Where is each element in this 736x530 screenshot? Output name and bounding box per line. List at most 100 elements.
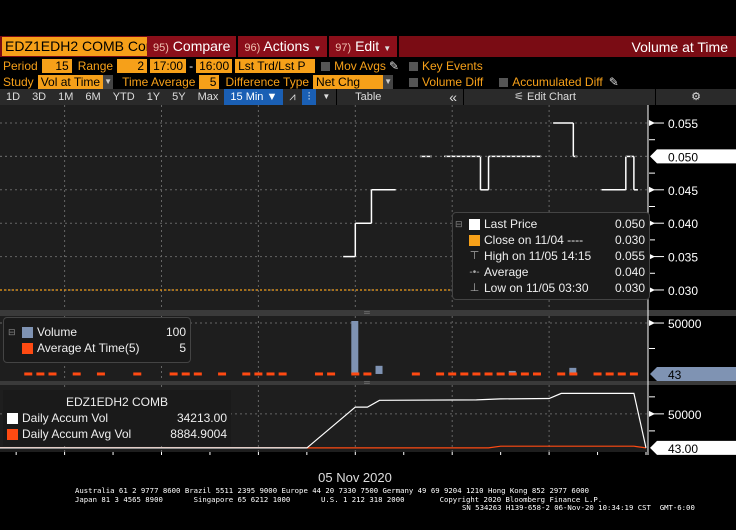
legend-title: EDZ1EDH2 COMB: [65, 395, 169, 409]
average-dash: [569, 372, 578, 376]
table-button[interactable]: Table: [337, 89, 399, 105]
white-square-icon: [7, 412, 18, 424]
volume-diff-label: Volume Diff: [422, 75, 484, 89]
key-events-checkbox[interactable]: [409, 61, 418, 71]
collapse-button[interactable]: «: [443, 89, 463, 105]
price-type-field[interactable]: Lst Trd/Lst P: [235, 59, 316, 73]
legend-label: Close on 11/04 ----: [484, 233, 584, 247]
legend-label: High on 11/05 14:15: [484, 249, 592, 263]
mov-avgs-checkbox[interactable]: [321, 61, 331, 71]
average-dash: [193, 372, 202, 376]
y-tick-label: 0.035: [668, 251, 698, 265]
legend-value: 0.055: [614, 249, 645, 263]
range-5y[interactable]: 5Y: [166, 89, 191, 105]
menu-number: 95): [153, 42, 169, 54]
gear-icon[interactable]: ⚙: [656, 89, 736, 105]
range-max[interactable]: Max: [192, 89, 225, 105]
edit-chart-button[interactable]: ⚟ Edit Chart: [508, 89, 582, 105]
collapse-icon[interactable]: ⊟: [455, 219, 465, 230]
key-events-label: Key Events: [422, 59, 483, 73]
time-average-field[interactable]: 5: [199, 75, 220, 89]
volume-legend: ⊟ Volume 100 Average At Time(5) 5: [3, 317, 191, 363]
range-3d[interactable]: 3D: [26, 89, 52, 105]
last-value-label: 43: [668, 368, 682, 382]
average-dash: [617, 372, 626, 376]
legend-label: Volume: [37, 325, 78, 339]
legend-close: Close on 11/04 ---- 0.030: [453, 232, 649, 248]
menu-label: Edit: [355, 38, 380, 54]
edit-chart-icon: ⚟: [514, 91, 527, 103]
average-dash: [218, 372, 227, 376]
average-dash: [629, 372, 638, 376]
y-tick-label: 50000: [668, 408, 702, 422]
average-dash: [448, 372, 457, 376]
range-field[interactable]: 2: [117, 59, 148, 73]
average-dash: [96, 372, 105, 376]
accum-diff-label: Accumulated Diff: [512, 75, 603, 89]
interval-dropdown[interactable]: 15 Min ▼: [224, 89, 284, 105]
divider: [463, 89, 465, 105]
title-bar: EDZ1EDH2 COMB Comdty 95) Compare 96) Act…: [0, 36, 736, 57]
red-square-icon: [22, 342, 33, 354]
average-dash: [327, 372, 336, 376]
legend-average-at-time: Average At Time(5) 5: [4, 340, 190, 356]
bar-chart-icon[interactable]: ⫶: [301, 89, 317, 105]
line-chart-icon[interactable]: ⩘: [283, 89, 301, 105]
accum-diff-checkbox[interactable]: [499, 77, 509, 87]
blue-square-icon: [22, 326, 33, 338]
range-ytd[interactable]: YTD: [107, 89, 141, 105]
legend-last-price: ⊟ Last Price 0.050: [453, 216, 649, 232]
chart-type-dropdown-icon[interactable]: ▼: [316, 89, 336, 105]
average-dash: [557, 372, 566, 376]
edit-menu[interactable]: 97) Edit ▼: [329, 36, 400, 57]
start-time-field[interactable]: 17:00: [150, 59, 187, 73]
legend-value: 100: [165, 325, 186, 339]
pencil-icon[interactable]: ✎: [389, 59, 399, 73]
period-field[interactable]: 15: [41, 59, 72, 73]
pencil-icon[interactable]: ✎: [609, 75, 619, 89]
range-1y[interactable]: 1Y: [141, 89, 166, 105]
legend-value: 0.030: [614, 281, 645, 295]
volume-diff-checkbox[interactable]: [409, 77, 419, 87]
dash: -: [189, 59, 194, 73]
end-time-field[interactable]: 16:00: [196, 59, 233, 73]
menu-label: Compare: [172, 38, 231, 54]
range-1d[interactable]: 1D: [0, 89, 26, 105]
chart-toolbar: 1D 3D 1M 6M YTD 1Y 5Y Max 15 Min ▼ ⩘ ⫶ ▼…: [0, 89, 736, 105]
white-square-icon: [469, 218, 480, 230]
collapse-icon[interactable]: ⊟: [8, 327, 18, 338]
dropdown-arrow-icon[interactable]: ▼: [383, 75, 394, 89]
actions-menu[interactable]: 96) Actions ▼: [238, 36, 330, 57]
study-dropdown[interactable]: Vol at Time: [37, 75, 104, 89]
average-dash: [363, 372, 372, 376]
range-1m[interactable]: 1M: [52, 89, 79, 105]
footer-line-3: SN 534263 H139-658-2 06-Nov-20 10:34:19 …: [462, 503, 695, 513]
legend-value: 0.050: [614, 217, 645, 231]
last-value-box: [650, 366, 736, 381]
difference-type-label: Difference Type: [225, 75, 310, 89]
y-tick-label: 0.055: [668, 117, 698, 131]
legend-low: ⊥ Low on 11/05 03:30 0.030: [453, 280, 649, 296]
average-dash: [181, 372, 190, 376]
average-dash: [532, 372, 541, 376]
average-dash: [436, 372, 445, 376]
average-dash: [411, 372, 420, 376]
study-row: Study Vol at Time ▼ Time Average 5 Diffe…: [0, 74, 736, 90]
difference-type-dropdown[interactable]: Net Chg: [313, 75, 384, 89]
legend-value: 0.040: [614, 265, 645, 279]
menu-number: 97): [335, 42, 352, 54]
last-value-label: 43.00: [668, 442, 698, 455]
settings-row: Period 15 Range 2 17:00 - 16:00 Lst Trd/…: [0, 58, 736, 74]
dropdown-arrow-icon[interactable]: ▼: [103, 75, 114, 89]
legend-value: 8884.9004: [170, 427, 227, 441]
average-dash: [484, 372, 493, 376]
average-dash: [242, 372, 251, 376]
legend-label: Low on 11/05 03:30: [484, 281, 589, 295]
average-dash: [36, 372, 45, 376]
volume-bar: [375, 365, 383, 374]
footer: Australia 61 2 9777 8600 Brazil 5511 239…: [0, 486, 736, 513]
compare-menu[interactable]: 95) Compare: [147, 36, 239, 57]
y-tick-label: 0.045: [668, 184, 698, 198]
range-6m[interactable]: 6M: [79, 89, 106, 105]
security-field[interactable]: EDZ1EDH2 COMB Comdty: [2, 37, 147, 56]
